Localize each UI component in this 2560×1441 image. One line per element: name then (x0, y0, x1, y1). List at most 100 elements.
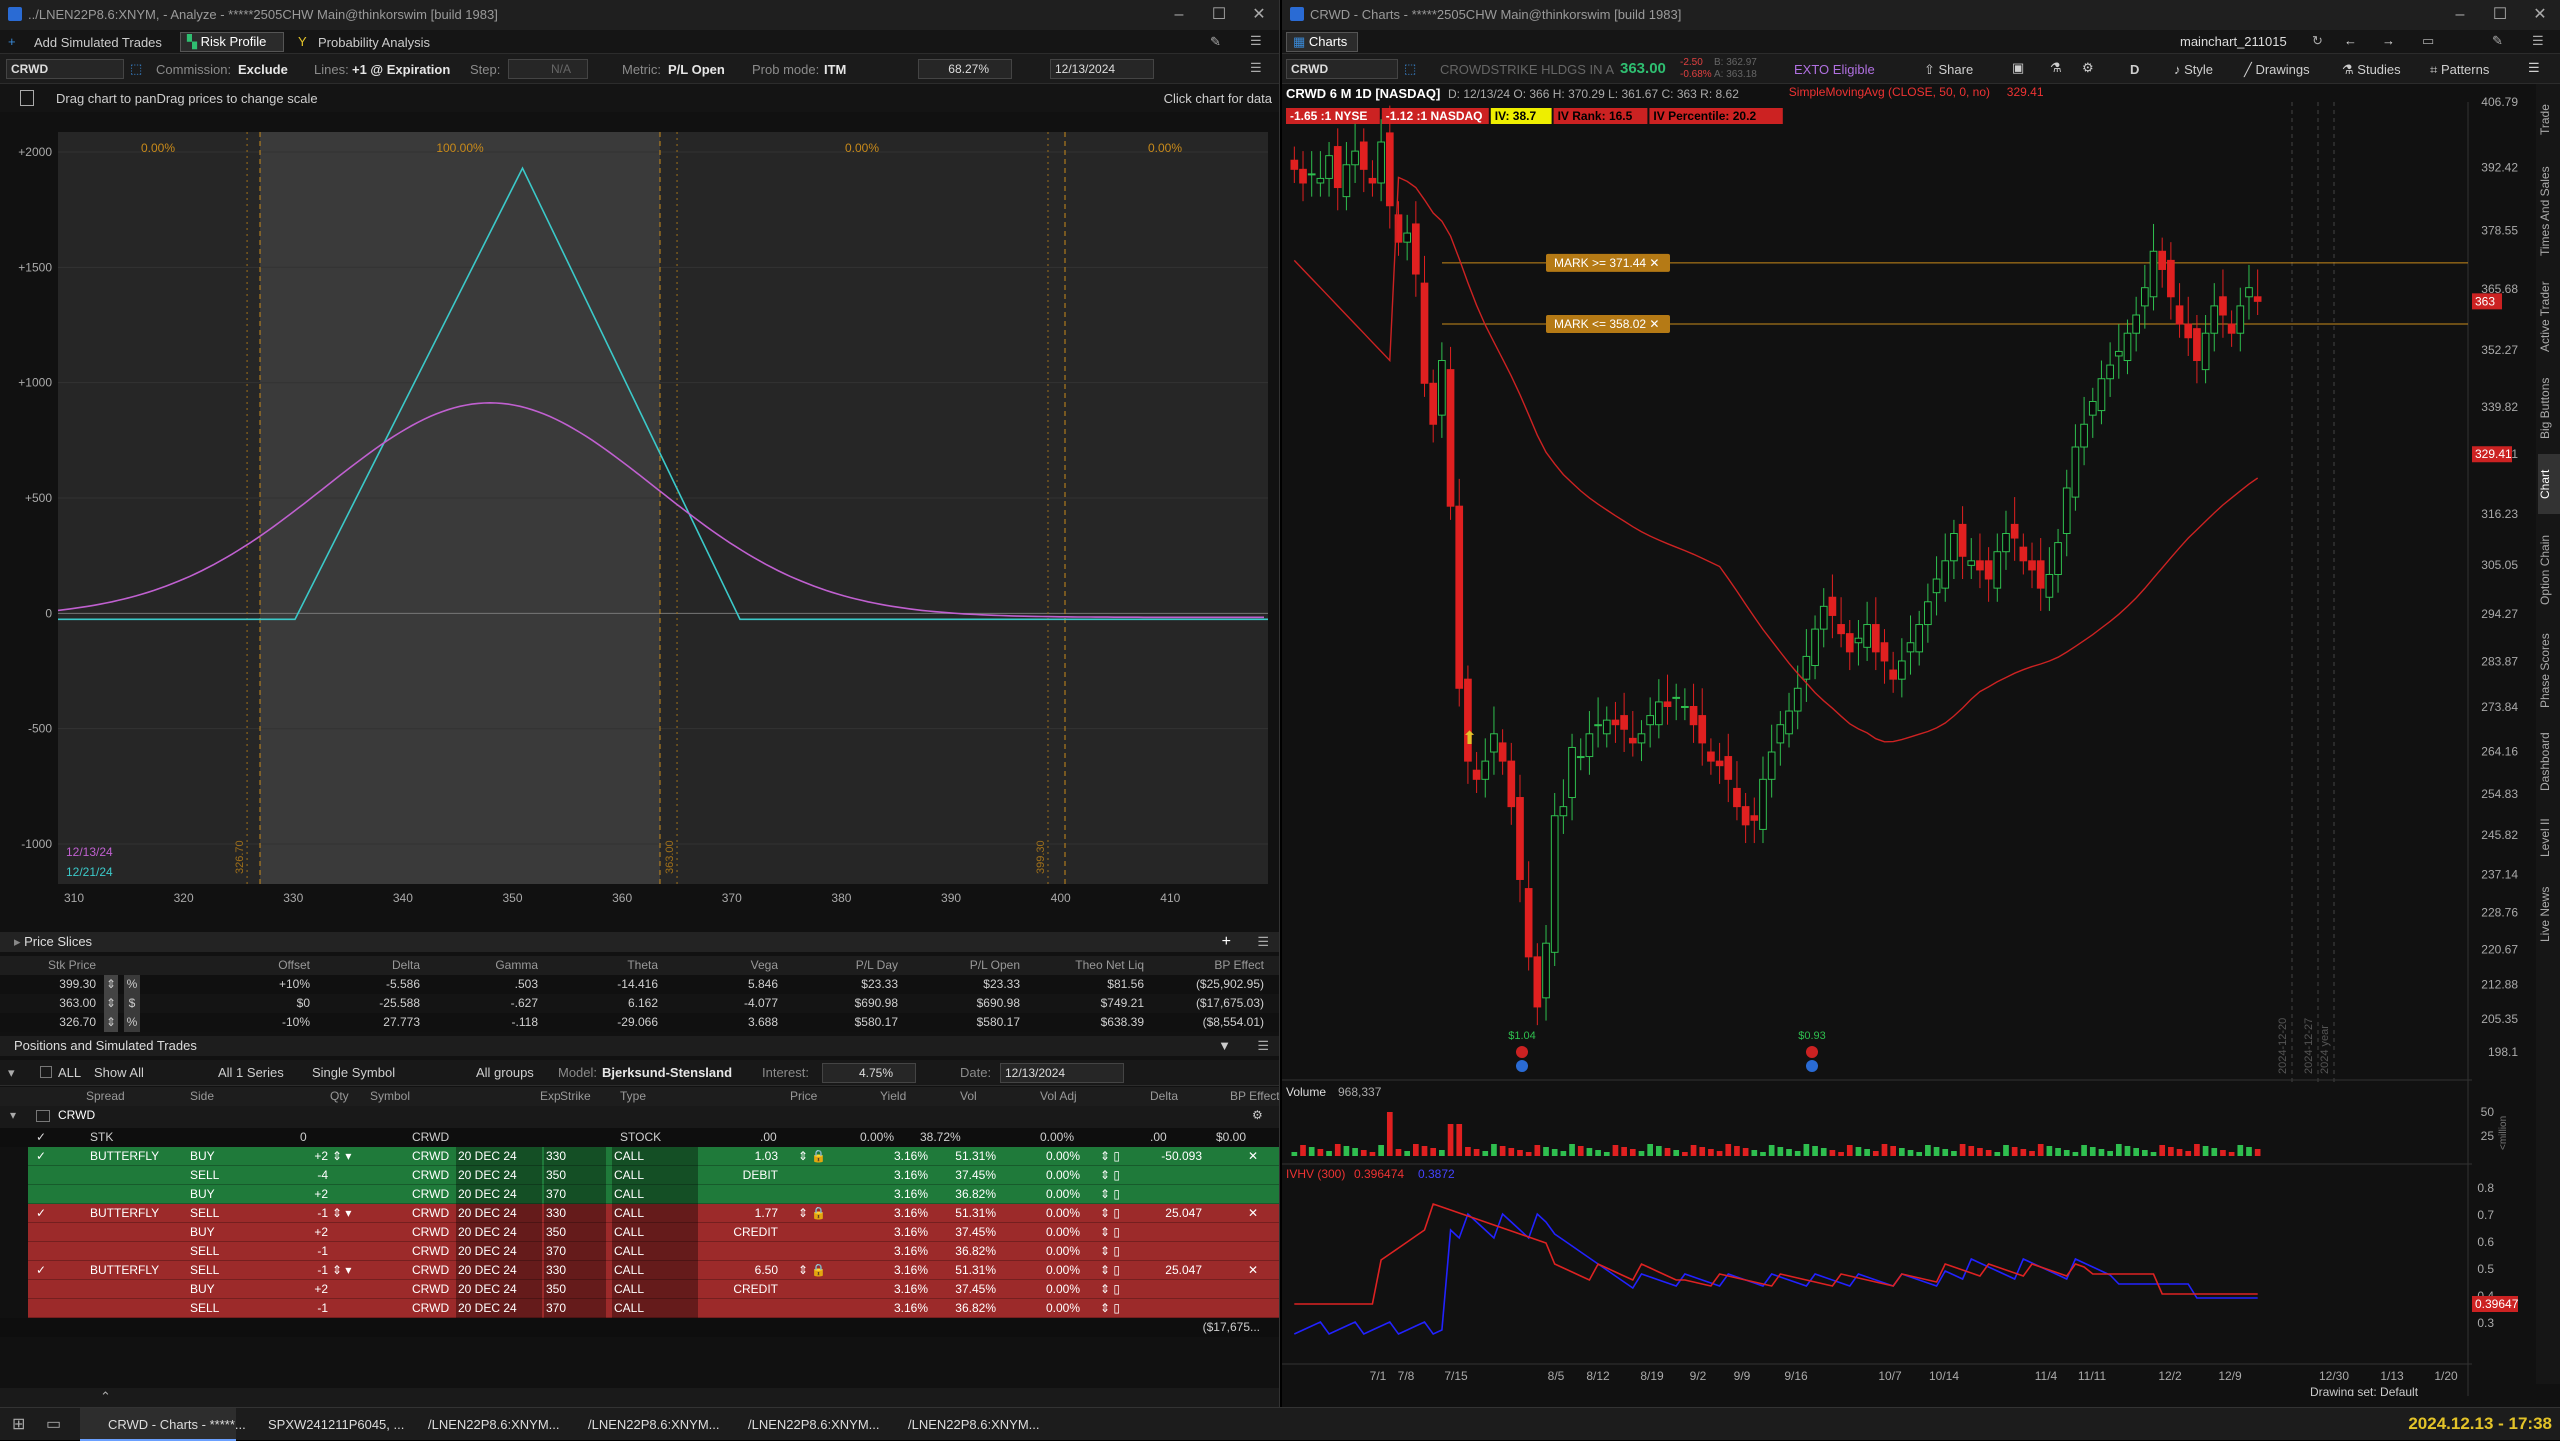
remove-icon[interactable]: ✕ (1248, 1147, 1264, 1166)
type-cell[interactable]: CALL (612, 1185, 698, 1204)
candle-body[interactable] (1594, 724, 1602, 727)
menu-icon[interactable]: ☰ (1250, 33, 1262, 49)
candle-body[interactable] (2236, 305, 2245, 334)
refresh-icon[interactable]: ↻ (2312, 33, 2323, 49)
taskbar-item[interactable]: /LNEN22P8.6:XNYM... (560, 1408, 720, 1441)
position-leg-row[interactable]: BUY +2 CRWD 20 DEC 24 350 CALL CREDIT 3.16% 37.4… (28, 1280, 1279, 1299)
candle-body[interactable] (1316, 177, 1325, 184)
price-stepper-icon[interactable]: ⇕ 🔒 (798, 1147, 828, 1166)
side-tab-live-news[interactable]: Live News (2538, 874, 2560, 954)
gear-icon[interactable]: ⚙ (2082, 60, 2094, 76)
candle-body[interactable] (2245, 287, 2253, 298)
exp-cell[interactable]: 20 DEC 24 (456, 1261, 542, 1280)
step-input[interactable]: N/A (508, 59, 588, 79)
series-dropdown[interactable]: All 1 Series (218, 1065, 284, 1080)
screenshot-icon[interactable]: ▣ (2012, 60, 2024, 76)
event-marker-icon[interactable] (1516, 1046, 1528, 1058)
candle-body[interactable] (1446, 369, 1455, 507)
candle-body[interactable] (1351, 150, 1359, 166)
taskbar-item[interactable]: CRWD - Charts - *****... (80, 1408, 246, 1441)
unit-selector[interactable]: % (124, 1013, 140, 1032)
candle-body[interactable] (1663, 701, 1672, 707)
share-button[interactable]: ⇧ Share (1924, 62, 1973, 78)
strike-cell[interactable]: 370 (544, 1185, 606, 1204)
candle-body[interactable] (1498, 742, 1507, 762)
candle-body[interactable] (2175, 305, 2184, 325)
candle-body[interactable] (1464, 678, 1472, 762)
side-tab-chart[interactable]: Chart (2538, 454, 2560, 514)
candle-body[interactable] (1880, 642, 1889, 662)
position-leg-row[interactable]: ✓ BUTTERFLY SELL -1 ⇕ ▾ CRWD 20 DEC 24 330 CALL 6… (28, 1261, 1279, 1280)
price-slice-row[interactable]: 399.30 ⇕% +10% -5.586 .503 -14.416 5.846 $23.33… (0, 975, 1279, 994)
candle-body[interactable] (1602, 719, 1611, 735)
expand-up-icon[interactable]: ⌃ (100, 1389, 111, 1405)
candle-body[interactable] (1863, 624, 1871, 648)
model-value[interactable]: Bjerksund-Stensland (602, 1065, 732, 1080)
strike-cell[interactable]: 350 (544, 1166, 606, 1185)
candle-body[interactable] (1785, 710, 1793, 735)
row-checkbox[interactable]: ✓ (36, 1128, 48, 1147)
side-tab-trade[interactable]: Trade (2538, 90, 2560, 150)
unit-selector[interactable]: % (124, 975, 140, 994)
candle-body[interactable] (1637, 733, 1646, 744)
side-tab-phase-scores[interactable]: Phase Scores (2538, 626, 2560, 716)
studies-button[interactable]: ⚗ Studies (2342, 62, 2401, 78)
candle-body[interactable] (1533, 956, 1542, 1008)
candle-body[interactable] (1898, 660, 1906, 680)
start-icon[interactable]: ⊞ (12, 1414, 25, 1434)
exp-cell[interactable]: 20 DEC 24 (456, 1147, 542, 1166)
candle-body[interactable] (1472, 769, 1481, 780)
candle-body[interactable] (2141, 287, 2149, 307)
type-cell[interactable]: CALL (612, 1147, 698, 1166)
type-cell[interactable]: CALL (612, 1223, 698, 1242)
risk-profile-tab[interactable]: ▚ Risk Profile (180, 32, 284, 52)
position-leg-row[interactable]: SELL -4 CRWD 20 DEC 24 350 CALL DEBIT 3.16% 37.4… (28, 1166, 1279, 1185)
back-icon[interactable]: ← (2344, 33, 2357, 48)
add-slice-button[interactable]: + (1222, 932, 1231, 952)
candle-body[interactable] (1342, 164, 1351, 198)
qty-stepper-icon[interactable]: ⇕ ▾ (332, 1147, 362, 1166)
chart-settings-icon[interactable] (20, 90, 34, 106)
candle-body[interactable] (1828, 596, 1837, 616)
candle-body[interactable] (1889, 669, 1897, 680)
strike-cell[interactable]: 330 (544, 1204, 606, 1223)
candle-body[interactable] (2253, 296, 2262, 302)
exp-cell[interactable]: 20 DEC 24 (456, 1204, 542, 1223)
side-tab-active-trader[interactable]: Active Trader (2538, 272, 2560, 362)
exp-cell[interactable]: 20 DEC 24 (456, 1223, 542, 1242)
type-cell[interactable]: CALL (612, 1166, 698, 1185)
candle-body[interactable] (1750, 815, 1759, 821)
candle-body[interactable] (1941, 560, 1950, 589)
candle-body[interactable] (2071, 446, 2080, 498)
pin-icon[interactable]: ✎ (1210, 34, 1221, 50)
candle-body[interactable] (2106, 364, 2114, 380)
candle-body[interactable] (1932, 578, 1941, 594)
candle-body[interactable] (1819, 605, 1828, 630)
slices-menu-icon[interactable]: ☰ (1257, 932, 1269, 952)
prob-mode-value[interactable]: ITM (824, 62, 846, 77)
candle-body[interactable] (1568, 746, 1576, 799)
link-icon[interactable]: ⬚ (1404, 61, 1416, 77)
candle-body[interactable] (1854, 637, 1863, 644)
groups-dropdown[interactable]: All groups (476, 1065, 534, 1080)
controls-menu-icon[interactable]: ☰ (1250, 60, 1262, 76)
alert-tag[interactable]: MARK <= 358.02 ✕ (1554, 317, 1659, 331)
candle-body[interactable] (2036, 560, 2045, 589)
candle-body[interactable] (1698, 715, 1707, 744)
candle-body[interactable] (1429, 382, 1438, 425)
candle-body[interactable] (1967, 560, 1976, 566)
candle-body[interactable] (1611, 719, 1620, 726)
candle-body[interactable] (2167, 259, 2175, 298)
side-tab-big-buttons[interactable]: Big Buttons (2538, 368, 2560, 448)
candle-body[interactable] (1672, 696, 1681, 699)
candle-body[interactable] (1976, 560, 1984, 571)
position-leg-row[interactable]: SELL -1 CRWD 20 DEC 24 370 CALL 3.16% 36.82% 0.0… (28, 1299, 1279, 1318)
forward-icon[interactable]: → (2382, 33, 2395, 48)
candle-body[interactable] (1741, 806, 1750, 826)
drawing-set-label[interactable]: Drawing set: Default (2310, 1385, 2419, 1396)
candle-body[interactable] (2123, 332, 2132, 362)
exp-cell[interactable]: 20 DEC 24 (456, 1280, 542, 1299)
candle-body[interactable] (1924, 601, 1932, 626)
candle-body[interactable] (1802, 655, 1811, 680)
candle-body[interactable] (1307, 173, 1316, 176)
